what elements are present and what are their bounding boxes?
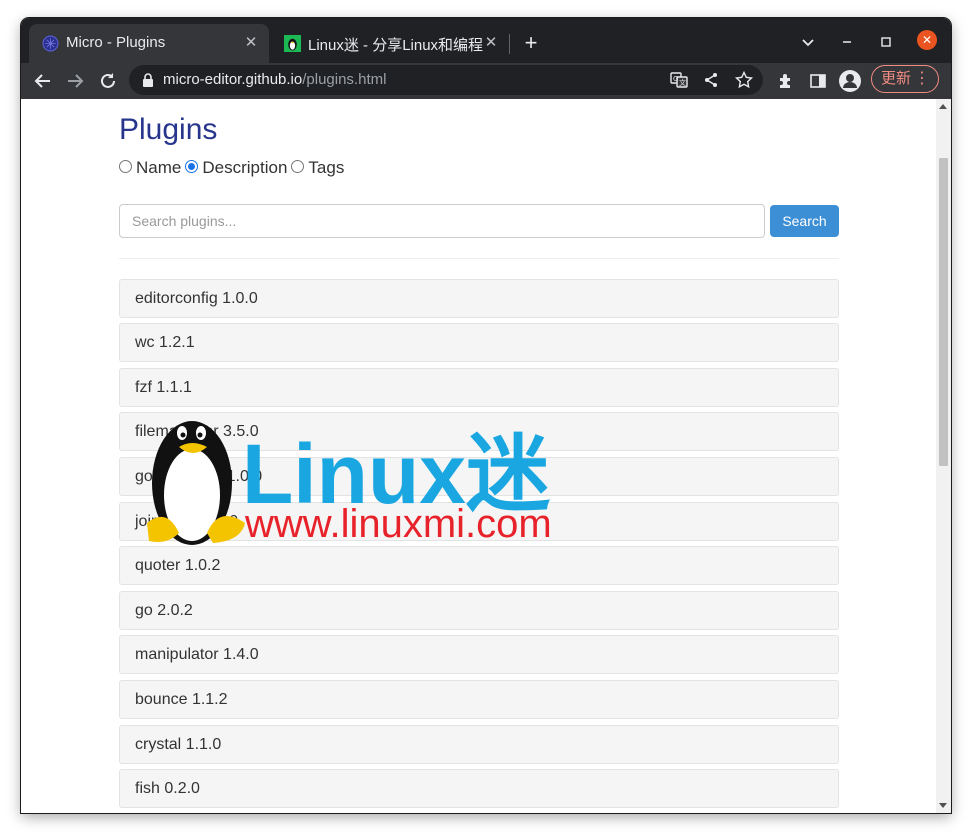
tab-close-icon[interactable]: ✕	[241, 33, 261, 53]
minimize-icon[interactable]	[835, 30, 859, 54]
tab-close-icon[interactable]: ✕	[481, 33, 501, 53]
update-label: 更新	[881, 70, 912, 87]
page-viewport: Plugins Name Description Tags Search plugi…	[21, 99, 951, 813]
menu-dots-icon[interactable]: ⋮	[914, 66, 930, 92]
plugin-item[interactable]: manipulator 1.4.0	[119, 635, 839, 674]
scrollbar-thumb[interactable]	[939, 158, 948, 466]
url-text[interactable]: micro-editor.github.io/plugins.html	[163, 71, 386, 88]
tab-search-icon[interactable]	[796, 30, 820, 54]
radio-label-tags: Tags	[308, 158, 345, 177]
url-host: micro-editor.github.io	[163, 71, 303, 88]
plugin-item[interactable]: wc 1.2.1	[119, 323, 839, 362]
profile-avatar-icon[interactable]	[838, 69, 862, 93]
plugin-item[interactable]: quoter 1.0.2	[119, 546, 839, 585]
extensions-icon[interactable]	[775, 70, 797, 92]
vertical-scrollbar[interactable]	[936, 99, 951, 813]
radio-description[interactable]	[185, 160, 199, 174]
address-bar[interactable]: micro-editor.github.io/plugins.html G 文	[129, 65, 763, 95]
scroll-up-arrow-icon[interactable]	[939, 104, 947, 109]
filter-option-description[interactable]: Description	[185, 158, 291, 177]
tab-strip: Micro - Plugins ✕ Linux迷 - 分享Linux和编程 ✕ …	[21, 18, 951, 63]
update-button[interactable]: 更新 ⋮	[871, 65, 939, 93]
tab-micro-plugins[interactable]: Micro - Plugins ✕	[29, 24, 269, 63]
browser-window: Micro - Plugins ✕ Linux迷 - 分享Linux和编程 ✕ …	[21, 18, 951, 813]
filter-radio-group: Name Description Tags	[119, 158, 348, 178]
plugin-item[interactable]: crystal 1.1.0	[119, 725, 839, 764]
maximize-icon[interactable]	[874, 30, 898, 54]
filter-option-tags[interactable]: Tags	[291, 158, 348, 177]
svg-text:文: 文	[679, 78, 686, 87]
lock-icon[interactable]	[141, 72, 155, 88]
close-window-icon[interactable]: ✕	[917, 30, 937, 50]
plugin-item[interactable]: gotemplates 1.0.0	[119, 457, 839, 496]
share-icon[interactable]	[701, 70, 721, 90]
reload-icon[interactable]	[96, 69, 120, 93]
back-icon[interactable]	[31, 69, 55, 93]
tab-separator	[509, 34, 510, 54]
plugin-item[interactable]: go 2.0.2	[119, 591, 839, 630]
plugin-item[interactable]: bounce 1.1.2	[119, 680, 839, 719]
side-panel-icon[interactable]	[807, 70, 829, 92]
svg-text:G: G	[673, 75, 678, 83]
search-button[interactable]: Search	[770, 205, 839, 237]
bookmark-star-icon[interactable]	[734, 70, 754, 90]
radio-tags[interactable]	[291, 160, 305, 174]
translate-icon[interactable]: G 文	[669, 70, 689, 90]
micro-favicon-icon	[42, 35, 59, 52]
radio-label-description: Description	[202, 158, 288, 177]
page-title: Plugins	[119, 113, 218, 146]
plugin-item[interactable]: editorconfig 1.0.0	[119, 279, 839, 318]
tab-title: Linux迷 - 分享Linux和编程	[308, 37, 484, 54]
radio-name[interactable]	[119, 160, 132, 174]
scroll-down-arrow-icon[interactable]	[939, 803, 947, 808]
radio-label-name: Name	[136, 158, 182, 177]
browser-toolbar: micro-editor.github.io/plugins.html G 文	[21, 63, 951, 99]
search-plugins-input[interactable]: Search plugins...	[119, 204, 765, 238]
linuxmi-favicon-icon	[284, 35, 301, 52]
new-tab-icon[interactable]: +	[519, 31, 543, 55]
plugin-item[interactable]: fzf 1.1.1	[119, 368, 839, 407]
forward-icon[interactable]	[63, 69, 87, 93]
url-path: /plugins.html	[302, 71, 387, 88]
plugin-item[interactable]: filemanager 3.5.0	[119, 412, 839, 451]
filter-option-name[interactable]: Name	[119, 158, 185, 177]
plugin-item[interactable]: joinLines 1.0.0	[119, 502, 839, 541]
divider	[119, 258, 839, 259]
plugin-item[interactable]: fish 0.2.0	[119, 769, 839, 808]
tab-title: Micro - Plugins	[66, 34, 166, 51]
tab-linuxmi[interactable]: Linux迷 - 分享Linux和编程 ✕	[271, 24, 509, 63]
